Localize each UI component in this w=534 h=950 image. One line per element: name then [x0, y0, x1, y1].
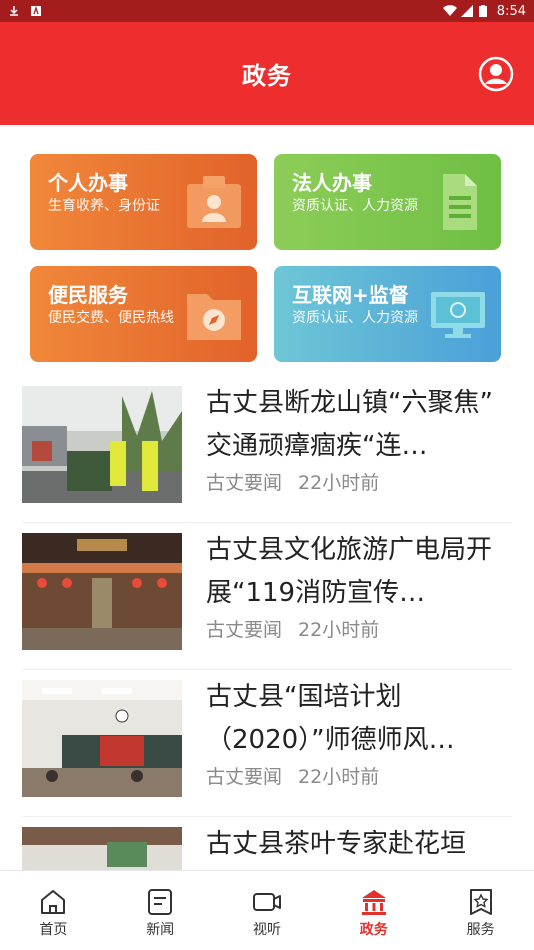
news-title: 古丈县断龙山镇“六聚焦” 交通顽瘴痼疾“连…: [206, 388, 493, 461]
news-list: 古丈县断龙山镇“六聚焦” 交通顽瘴痼疾“连… 古丈要闻 22小时前 古丈县文化旅…: [0, 376, 534, 870]
news-title: 古丈县文化旅游广电局开展“119消防宣传…: [206, 535, 493, 608]
news-source: 古丈要闻: [206, 472, 283, 494]
id-card-icon: [187, 176, 241, 228]
app-notification-icon: [30, 5, 42, 17]
tab-label: 首页: [39, 922, 68, 938]
news-title: 古丈县“国培计划（2020）”师德师风…: [206, 682, 455, 755]
download-icon: [8, 5, 20, 17]
home-icon: [41, 890, 66, 914]
news-source: 古丈要闻: [206, 619, 283, 641]
app-header: 政务: [0, 22, 534, 125]
tab-label: 视听: [252, 922, 281, 938]
card-subtitle: 资质认证、人力资源: [292, 198, 418, 214]
battery-icon: [478, 5, 491, 17]
news-thumbnail: [22, 533, 182, 650]
news-item[interactable]: 古丈县“国培计划（2020）”师德师风… 古丈要闻 22小时前: [22, 670, 512, 817]
convenience-service-card[interactable]: 便民服务 便民交费、便民热线: [30, 266, 257, 362]
government-icon: [361, 890, 386, 915]
news-time: 22小时前: [298, 472, 380, 494]
news-meta: 古丈要闻 22小时前: [206, 762, 379, 789]
profile-button[interactable]: [478, 56, 514, 92]
news-meta: 古丈要闻 22小时前: [206, 615, 379, 642]
tab-video[interactable]: 视听: [214, 871, 321, 950]
service-grid: 个人办事 生育收养、身份证 法人办事 资质认证、人力资源 便民服务 便民交费、便…: [30, 154, 502, 364]
internet-supervision-card[interactable]: 互联网+监督 资质认证、人力资源: [274, 266, 501, 362]
video-icon: [252, 893, 281, 911]
card-subtitle: 生育收养、身份证: [48, 198, 160, 214]
monitor-icon: [431, 292, 485, 338]
tab-government[interactable]: 政务: [320, 871, 427, 950]
news-title: 古丈县茶叶专家赴花垣: [206, 829, 467, 859]
status-time: 8:54: [496, 3, 526, 19]
folder-compass-icon: [187, 294, 241, 340]
bottom-nav: 首页 新闻 视听 政务 服务: [0, 870, 534, 950]
card-subtitle: 便民交费、便民热线: [48, 310, 174, 326]
page-title: 政务: [242, 62, 292, 90]
status-bar: 8:54: [0, 0, 534, 22]
card-subtitle: 资质认证、人力资源: [292, 310, 418, 326]
legal-affairs-card[interactable]: 法人办事 资质认证、人力资源: [274, 154, 501, 250]
tab-label: 新闻: [146, 922, 175, 938]
personal-affairs-card[interactable]: 个人办事 生育收养、身份证: [30, 154, 257, 250]
user-circle-icon: [478, 56, 514, 92]
news-meta: 古丈要闻 22小时前: [206, 468, 379, 495]
news-icon: [148, 889, 173, 915]
tab-home[interactable]: 首页: [0, 871, 107, 950]
tab-label: 政务: [359, 922, 388, 938]
signal-icon: [460, 5, 473, 17]
news-time: 22小时前: [298, 766, 380, 788]
tab-service[interactable]: 服务: [427, 871, 534, 950]
service-icon: [469, 889, 492, 915]
news-item[interactable]: 古丈县断龙山镇“六聚焦” 交通顽瘴痼疾“连… 古丈要闻 22小时前: [22, 376, 512, 523]
news-item[interactable]: 古丈县茶叶专家赴花垣: [22, 817, 512, 870]
wifi-icon: [442, 5, 457, 17]
tab-label: 服务: [466, 922, 495, 938]
news-thumbnail: [22, 680, 182, 797]
news-source: 古丈要闻: [206, 766, 283, 788]
news-thumbnail: [22, 827, 182, 870]
document-icon: [443, 174, 477, 230]
news-time: 22小时前: [298, 619, 380, 641]
tab-news[interactable]: 新闻: [107, 871, 214, 950]
news-thumbnail: [22, 386, 182, 503]
news-item[interactable]: 古丈县文化旅游广电局开展“119消防宣传… 古丈要闻 22小时前: [22, 523, 512, 670]
